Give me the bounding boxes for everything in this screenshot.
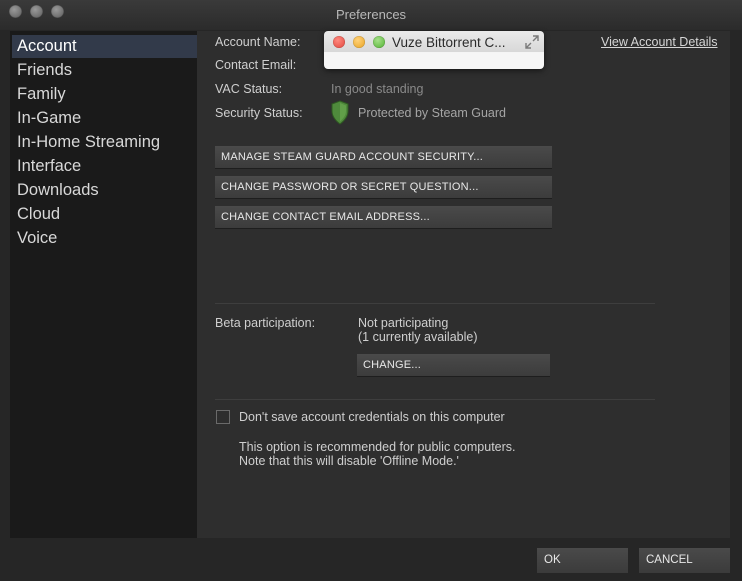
- beta-change-button[interactable]: CHANGE...: [357, 354, 550, 376]
- sidebar-item-account[interactable]: Account: [12, 35, 197, 58]
- window-title: Preferences: [335, 7, 407, 22]
- sidebar-item-friends[interactable]: Friends: [12, 59, 197, 82]
- vuze-close-button[interactable]: [333, 36, 345, 48]
- account-panel: Account Name: Contact Email: VAC Status:…: [197, 31, 730, 538]
- vac-status-value: In good standing: [331, 82, 424, 96]
- dont-save-credentials-label: Don't save account credentials on this c…: [239, 410, 505, 424]
- cancel-button[interactable]: CANCEL: [639, 548, 730, 573]
- beta-participation-label: Beta participation:: [215, 316, 316, 330]
- sidebar-item-voice[interactable]: Voice: [12, 227, 197, 250]
- vuze-window-title: Vuze Bittorrent C...: [392, 35, 506, 50]
- beta-status-value: Not participating: [358, 316, 449, 330]
- security-status-label: Security Status:: [215, 106, 303, 120]
- vac-status-label: VAC Status:: [215, 82, 283, 96]
- beta-available-count: (1 currently available): [358, 330, 478, 344]
- credentials-note-line1: This option is recommended for public co…: [239, 440, 516, 454]
- sidebar-item-in-game[interactable]: In-Game: [12, 107, 197, 130]
- view-account-details-link[interactable]: View Account Details: [601, 35, 718, 49]
- vuze-minimize-button[interactable]: [353, 36, 365, 48]
- manage-steam-guard-button[interactable]: MANAGE STEAM GUARD ACCOUNT SECURITY...: [215, 146, 552, 168]
- change-email-button[interactable]: CHANGE CONTACT EMAIL ADDRESS...: [215, 206, 552, 228]
- sidebar-item-cloud[interactable]: Cloud: [12, 203, 197, 226]
- section-divider: [215, 399, 655, 400]
- title-bar: Preferences: [0, 0, 742, 30]
- steam-guard-shield-icon: [331, 100, 349, 125]
- security-status-value: Protected by Steam Guard: [358, 106, 506, 120]
- dont-save-credentials-checkbox[interactable]: [216, 410, 230, 424]
- change-password-button[interactable]: CHANGE PASSWORD OR SECRET QUESTION...: [215, 176, 552, 198]
- fullscreen-arrows-icon[interactable]: [525, 35, 539, 49]
- contact-email-label: Contact Email:: [215, 58, 297, 72]
- sidebar-item-in-home-streaming[interactable]: In-Home Streaming: [12, 131, 197, 154]
- preferences-sidebar: Account Friends Family In-Game In-Home S…: [10, 31, 197, 538]
- vuze-window-overlay[interactable]: Vuze Bittorrent C...: [324, 31, 544, 69]
- credentials-note-line2: Note that this will disable 'Offline Mod…: [239, 454, 459, 468]
- vuze-zoom-button[interactable]: [373, 36, 385, 48]
- sidebar-item-family[interactable]: Family: [12, 83, 197, 106]
- sidebar-item-downloads[interactable]: Downloads: [12, 179, 197, 202]
- sidebar-item-interface[interactable]: Interface: [12, 155, 197, 178]
- account-name-label: Account Name:: [215, 35, 301, 49]
- ok-button[interactable]: OK: [537, 548, 628, 573]
- section-divider: [215, 303, 655, 304]
